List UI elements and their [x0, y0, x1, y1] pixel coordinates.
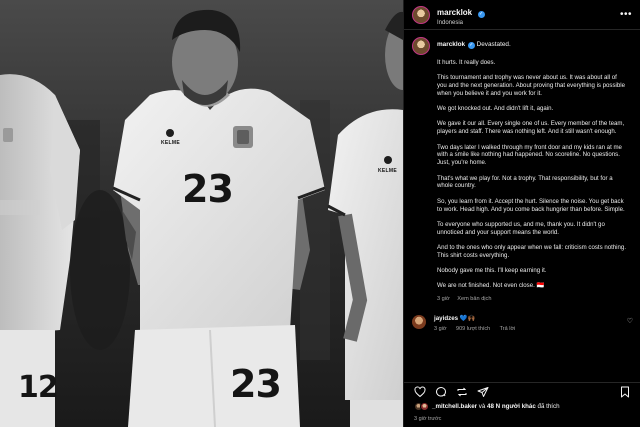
bookmark-save-icon[interactable]: [619, 386, 631, 398]
kelme-logo-right: KELME: [378, 168, 397, 174]
likes-connector: và: [477, 403, 488, 410]
like-heart-icon[interactable]: [414, 385, 426, 398]
caption-username[interactable]: marcklok: [437, 41, 465, 48]
reply-button[interactable]: Trả lời: [500, 326, 516, 332]
caption-paragraph: It hurts. It really does.: [437, 59, 496, 66]
caption-first-line: Devastated.: [476, 41, 511, 48]
verified-badge-icon: ✓: [467, 42, 475, 49]
avatar[interactable]: [412, 5, 430, 24]
caption-paragraph: So, you learn from it. Accept the hurt. …: [437, 197, 625, 213]
more-options-icon[interactable]: •••: [620, 9, 632, 20]
caption-paragraph: And to the ones who only appear when we …: [437, 243, 627, 259]
comment-like-heart-icon[interactable]: ♡: [627, 317, 633, 325]
caption-avatar[interactable]: [412, 37, 430, 55]
caption-paragraph: To everyone who supported us, and me, th…: [437, 220, 605, 236]
caption-paragraph: Two days later I walked through my front…: [437, 143, 622, 167]
caption: marcklok ✓ Devastated. It hurts. It real…: [412, 37, 633, 302]
post-actions-bar: [404, 382, 640, 400]
post-timestamp: 3 giờ trước: [414, 416, 442, 422]
caption-paragraph: We got knocked out. And didn't lift it, …: [437, 105, 554, 113]
caption-paragraph: Nobody gave me this. I'll keep earning i…: [437, 266, 547, 274]
comment-text: 💙🙌🏾: [459, 315, 476, 323]
see-translation-link[interactable]: Xem bản dịch: [457, 296, 491, 302]
share-send-icon[interactable]: [477, 386, 489, 398]
commenter-avatar[interactable]: [412, 315, 426, 330]
post-side-panel: marcklok ✓ Indonesia ••• marcklok ✓ Deva…: [403, 0, 640, 427]
kelme-logo-center: KELME: [161, 140, 180, 146]
liker-username[interactable]: _mitchell.baker: [432, 403, 477, 410]
caption-paragraph: This tournament and trophy was never abo…: [437, 74, 626, 98]
repost-icon[interactable]: [456, 386, 468, 398]
caption-paragraph: We are not finished. Not even close. 🇮🇩: [437, 282, 545, 290]
comment-time: 3 giờ: [434, 326, 447, 333]
players-photo-illustration: [0, 0, 403, 427]
likes-summary: _mitchell.baker và 48 N người khác đã th…: [414, 402, 560, 411]
likes-count[interactable]: 48 N người khác: [487, 403, 536, 410]
comments-section: marcklok ✓ Devastated. It hurts. It real…: [404, 31, 640, 375]
caption-time: 3 giờ: [437, 296, 450, 303]
verified-badge-icon: ✓: [477, 11, 485, 19]
comment-item: jayidzes 💙🙌🏾 3 giờ 909 lượt thích Trả lờ…: [412, 315, 633, 332]
caption-paragraph: We gave it our all. Every single one of …: [437, 120, 625, 136]
post-photo: KELME KELME 23 23 12: [0, 0, 403, 427]
liker-avatar: [420, 402, 429, 411]
post-location[interactable]: Indonesia: [437, 20, 485, 27]
commenter-username[interactable]: jayidzes: [434, 315, 458, 322]
comment-likes[interactable]: 909 lượt thích: [456, 326, 490, 332]
post-username[interactable]: marcklok: [437, 8, 472, 18]
jersey-number-center: 23: [182, 167, 234, 211]
shorts-number-center: 23: [230, 362, 282, 406]
likes-suffix: đã thích: [535, 403, 560, 410]
jersey-number-left: 12: [18, 370, 59, 405]
caption-paragraph: That's what we play for. Not a trophy. T…: [437, 174, 613, 190]
comment-bubble-icon[interactable]: [435, 386, 447, 398]
caption-meta: 3 giờ Xem bản dịch: [437, 296, 627, 302]
post-header: marcklok ✓ Indonesia •••: [404, 0, 640, 30]
